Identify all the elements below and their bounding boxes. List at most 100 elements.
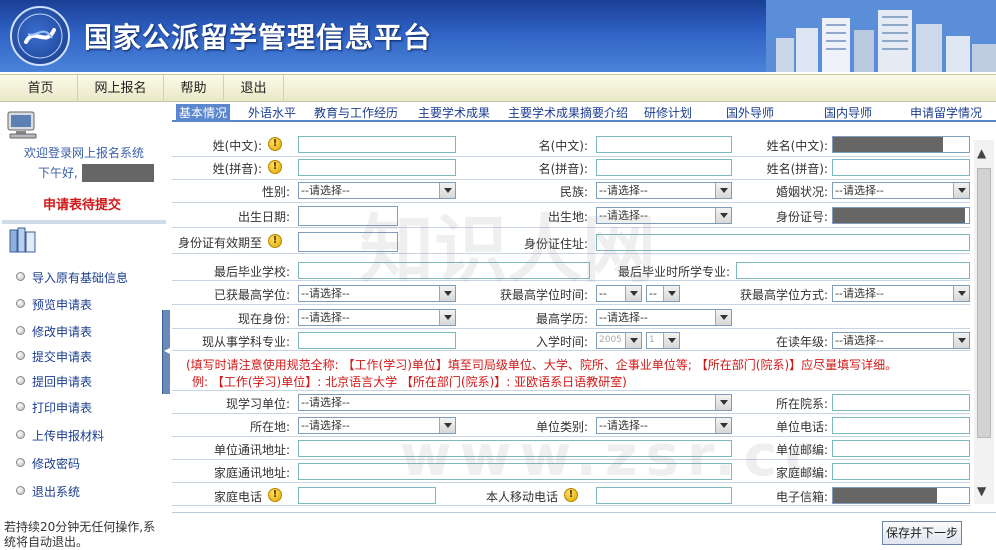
sidebar-item-preview[interactable]: 预览申请表 [2, 292, 166, 316]
help-icon[interactable]: ! [268, 137, 282, 151]
dropdown-arrow-icon [663, 333, 679, 348]
label-unit-type: 单位类别: [535, 420, 588, 434]
label-gender: 性别: [261, 185, 290, 199]
degree-method-select[interactable]: --请选择-- [832, 285, 970, 302]
dropdown-arrow-icon [663, 286, 679, 301]
tab-study-plan[interactable]: 研修计划 [644, 104, 692, 122]
bullet-icon [16, 458, 25, 467]
help-icon[interactable]: ! [564, 488, 578, 502]
ethnicity-select[interactable]: --请选择-- [596, 182, 732, 199]
menu-help[interactable]: 帮助 [164, 75, 224, 102]
sidebar-item-submit[interactable]: 提交申请表 [2, 344, 166, 368]
degree-year-select[interactable]: -- [596, 285, 642, 302]
label-home-zip: 家庭邮编: [775, 466, 828, 480]
surname-pinyin-input[interactable] [298, 159, 456, 176]
sidebar-item-exit[interactable]: 退出系统 [2, 479, 166, 503]
scroll-down-icon[interactable]: ▼ [977, 484, 986, 498]
unit-address-input[interactable] [298, 440, 732, 457]
save-and-next-button[interactable]: 保存并下一步 [882, 521, 962, 545]
sidebar-item-print[interactable]: 打印申请表 [2, 395, 166, 419]
sidebar-item-upload[interactable]: 上传申报材料 [2, 423, 166, 447]
sidebar-item-import[interactable]: 导入原有基础信息 [2, 265, 166, 289]
tab-foreign-advisor[interactable]: 国外导师 [726, 104, 774, 122]
dropdown-arrow-icon [439, 310, 455, 325]
help-icon[interactable]: ! [268, 234, 282, 248]
menu-home[interactable]: 首页 [4, 75, 78, 102]
tab-language[interactable]: 外语水平 [248, 104, 296, 122]
label-education: 最高学历: [535, 312, 588, 326]
label-unit-phone: 单位电话: [775, 420, 828, 434]
dropdown-arrow-icon [715, 208, 731, 223]
top-menu-bar: 首页 网上报名 帮助 退出 [0, 74, 996, 102]
fullname-cn-input[interactable] [832, 136, 970, 153]
tab-domestic-advisor[interactable]: 国内导师 [824, 104, 872, 122]
surname-cn-input[interactable] [298, 136, 456, 153]
tab-education-work[interactable]: 教育与工作经历 [314, 104, 398, 122]
unit-zip-input[interactable] [832, 440, 970, 457]
welcome-text: 欢迎登录网上报名系统 [23, 146, 144, 160]
current-major-input[interactable] [298, 332, 456, 349]
menu-online-application[interactable]: 网上报名 [78, 75, 164, 102]
study-year-select[interactable]: --请选择-- [832, 332, 970, 349]
given-name-pinyin-input[interactable] [596, 159, 732, 176]
id-number-input[interactable] [832, 207, 970, 224]
degree-month-select[interactable]: -- [646, 285, 680, 302]
tab-study-abroad[interactable]: 申请留学情况 [910, 104, 982, 122]
fullname-pinyin-input[interactable] [832, 159, 970, 176]
help-icon[interactable]: ! [268, 160, 282, 174]
greeting-text: 下午好, [38, 166, 78, 180]
label-id-valid-until: 身份证有效期至 [177, 236, 262, 250]
current-status-select[interactable]: --请选择-- [298, 309, 456, 326]
label-birth-date: 出生日期: [237, 210, 290, 224]
application-status: 申请表待提交 [42, 198, 121, 213]
dropdown-arrow-icon [715, 183, 731, 198]
label-given-name-pinyin: 名(拼音): [538, 162, 588, 176]
sidebar-collapse-handle[interactable]: ◀ [162, 310, 170, 394]
gender-select[interactable]: --请选择-- [298, 182, 456, 199]
id-address-input[interactable] [596, 234, 970, 251]
sidebar-item-edit[interactable]: 修改申请表 [2, 319, 166, 343]
menu-logout[interactable]: 退出 [224, 75, 284, 102]
marital-status-select[interactable]: --请选择-- [832, 182, 970, 199]
mobile-phone-input[interactable] [596, 487, 732, 504]
enroll-month-select[interactable]: 1 [646, 332, 680, 349]
label-highest-degree: 已获最高学位: [213, 288, 290, 302]
highest-degree-select[interactable]: --请选择-- [298, 285, 456, 302]
unit-phone-input[interactable] [832, 417, 970, 434]
site-header: 国家公派留学管理信息平台 [0, 0, 996, 72]
sidebar-item-withdraw[interactable]: 提回申请表 [2, 369, 166, 393]
id-valid-until-input[interactable] [298, 232, 398, 252]
home-address-input[interactable] [298, 463, 732, 480]
help-icon[interactable]: ! [268, 488, 282, 502]
department-input[interactable] [832, 394, 970, 411]
fill-instructions: (填写时请注意使用规范全称: 【工作(学习)单位】填至司局级单位、大学、院所、企… [186, 358, 898, 372]
bullet-icon [16, 430, 25, 439]
education-select[interactable]: --请选择-- [596, 309, 732, 326]
home-zip-input[interactable] [832, 463, 970, 480]
last-major-input[interactable] [736, 262, 970, 279]
home-phone-input[interactable] [298, 487, 436, 504]
bullet-icon [16, 376, 25, 385]
email-input[interactable] [832, 487, 970, 504]
dropdown-arrow-icon [715, 310, 731, 325]
label-fullname-pinyin: 姓名(拼音): [766, 162, 828, 176]
form-tabs: 基本情况 外语水平 教育与工作经历 主要学术成果 主要学术成果摘要介绍 研修计划… [172, 104, 996, 122]
sidebar-item-change-password[interactable]: 修改密码 [2, 451, 166, 475]
tab-achievements[interactable]: 主要学术成果 [418, 104, 490, 122]
birth-date-input[interactable] [298, 206, 398, 226]
dropdown-arrow-icon [715, 418, 731, 433]
study-unit-select[interactable]: --请选择-- [298, 394, 732, 411]
dropdown-arrow-icon [953, 183, 969, 198]
location-select[interactable]: --请选择-- [298, 417, 456, 434]
unit-type-select[interactable]: --请选择-- [596, 417, 732, 434]
given-name-cn-input[interactable] [596, 136, 732, 153]
scroll-thumb[interactable] [977, 168, 991, 438]
birth-place-select[interactable]: --请选择-- [596, 207, 732, 224]
form-scrollbar[interactable]: ▲ ▼ [974, 140, 994, 504]
enroll-year-select[interactable]: 2005 [596, 332, 642, 349]
last-school-input[interactable] [298, 262, 590, 279]
basic-info-form: 姓(中文): ! 名(中文): 姓名(中文): 姓(拼音): ! 名(拼音): … [172, 130, 996, 508]
tab-basic-info[interactable]: 基本情况 [176, 104, 231, 122]
scroll-up-icon[interactable]: ▲ [977, 146, 986, 160]
tab-achievement-summary[interactable]: 主要学术成果摘要介绍 [508, 104, 628, 122]
